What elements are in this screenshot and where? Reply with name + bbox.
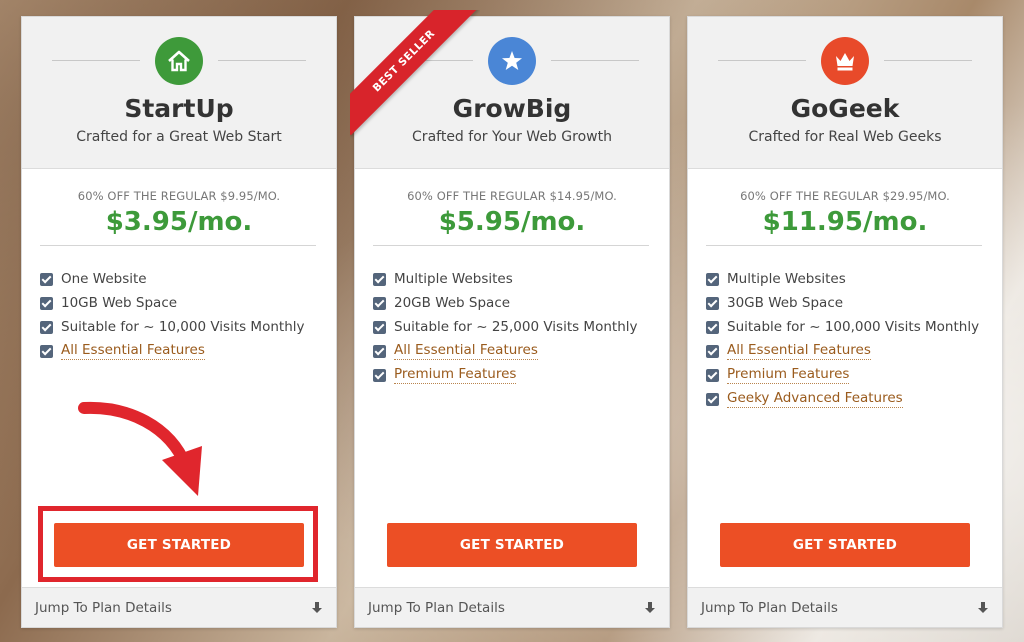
feature-list: Multiple Websites 20GB Web Space Suitabl… — [373, 267, 638, 387]
feature-item: Multiple Websites — [373, 267, 638, 291]
checkbox-icon — [373, 320, 386, 334]
feature-text: Multiple Websites — [727, 271, 846, 287]
checkbox-icon — [373, 272, 386, 286]
feature-item: Suitable for ~ 100,000 Visits Monthly — [706, 315, 979, 339]
divider — [706, 245, 982, 246]
jump-to-plan-details[interactable]: Jump To Plan Details — [22, 587, 336, 627]
plan-subtitle: Crafted for Your Web Growth — [412, 129, 612, 145]
feature-list: One Website 10GB Web Space Suitable for … — [40, 267, 305, 363]
plan-card-growbig: GrowBig Crafted for Your Web Growth 60% … — [354, 16, 670, 628]
home-icon — [155, 37, 203, 85]
feature-item: Geeky Advanced Features — [706, 387, 979, 411]
feature-link[interactable]: All Essential Features — [727, 342, 871, 360]
checkbox-icon — [706, 344, 719, 358]
divider — [52, 60, 140, 61]
regular-price-note: 60% OFF THE REGULAR $14.95/MO. — [407, 189, 617, 203]
divider — [385, 60, 473, 61]
feature-item: 30GB Web Space — [706, 291, 979, 315]
checkbox-icon — [373, 296, 386, 310]
checkbox-icon — [373, 344, 386, 358]
jump-to-plan-details-label: Jump To Plan Details — [35, 599, 172, 616]
checkbox-icon — [706, 272, 719, 286]
feature-item: One Website — [40, 267, 305, 291]
checkbox-icon — [706, 368, 719, 382]
plan-card-gogeek: GoGeek Crafted for Real Web Geeks 60% OF… — [687, 16, 1003, 628]
divider — [373, 245, 649, 246]
feature-text: Suitable for ~ 100,000 Visits Monthly — [727, 319, 980, 335]
plan-name: GrowBig — [452, 94, 572, 123]
feature-item: 10GB Web Space — [40, 291, 305, 315]
checkbox-icon — [373, 368, 386, 382]
feature-text: Suitable for ~ 10,000 Visits Monthly — [61, 319, 305, 335]
arrow-down-icon — [978, 601, 988, 614]
feature-item: All Essential Features — [373, 339, 638, 363]
checkbox-icon — [706, 320, 719, 334]
plan-subtitle: Crafted for Real Web Geeks — [748, 129, 942, 145]
plan-card-startup: StartUp Crafted for a Great Web Start 60… — [21, 16, 337, 628]
regular-price-note: 60% OFF THE REGULAR $9.95/MO. — [77, 189, 281, 203]
plan-header: GrowBig Crafted for Your Web Growth — [355, 17, 669, 169]
plan-price: $3.95/mo. — [105, 207, 253, 237]
feature-item: Multiple Websites — [706, 267, 979, 291]
checkbox-icon — [40, 296, 53, 310]
feature-item: All Essential Features — [706, 339, 979, 363]
arrow-down-icon — [645, 601, 655, 614]
jump-to-plan-details-label: Jump To Plan Details — [701, 599, 838, 616]
feature-item: Premium Features — [373, 363, 638, 387]
checkbox-icon — [40, 272, 53, 286]
plan-subtitle: Crafted for a Great Web Start — [76, 129, 282, 145]
divider — [884, 60, 972, 61]
plan-price: $5.95/mo. — [438, 207, 586, 237]
feature-link[interactable]: Premium Features — [394, 366, 517, 384]
plan-price: $11.95/mo. — [762, 207, 928, 237]
divider — [40, 245, 316, 246]
feature-text: Suitable for ~ 25,000 Visits Monthly — [394, 319, 638, 335]
regular-price-note: 60% OFF THE REGULAR $29.95/MO. — [740, 189, 950, 203]
feature-item: Suitable for ~ 10,000 Visits Monthly — [40, 315, 305, 339]
jump-to-plan-details[interactable]: Jump To Plan Details — [355, 587, 669, 627]
feature-link[interactable]: All Essential Features — [394, 342, 538, 360]
plan-header: GoGeek Crafted for Real Web Geeks — [688, 17, 1002, 169]
feature-text: Multiple Websites — [394, 271, 513, 287]
feature-text: 30GB Web Space — [727, 295, 844, 311]
jump-to-plan-details-label: Jump To Plan Details — [368, 599, 505, 616]
feature-list: Multiple Websites 30GB Web Space Suitabl… — [706, 267, 979, 411]
plan-name: GoGeek — [790, 94, 900, 123]
feature-text: 20GB Web Space — [394, 295, 511, 311]
feature-item: Suitable for ~ 25,000 Visits Monthly — [373, 315, 638, 339]
plan-header: StartUp Crafted for a Great Web Start — [22, 17, 336, 169]
checkbox-icon — [40, 344, 53, 358]
feature-text: 10GB Web Space — [61, 295, 178, 311]
feature-link[interactable]: Premium Features — [727, 366, 850, 384]
feature-item: Premium Features — [706, 363, 979, 387]
divider — [718, 60, 806, 61]
divider — [551, 60, 639, 61]
divider — [218, 60, 306, 61]
star-icon — [488, 37, 536, 85]
feature-text: One Website — [61, 271, 147, 287]
feature-item: All Essential Features — [40, 339, 305, 363]
feature-link[interactable]: All Essential Features — [61, 342, 205, 360]
checkbox-icon — [706, 392, 719, 406]
checkbox-icon — [40, 320, 53, 334]
jump-to-plan-details[interactable]: Jump To Plan Details — [688, 587, 1002, 627]
feature-item: 20GB Web Space — [373, 291, 638, 315]
get-started-button[interactable]: GET STARTED — [387, 523, 637, 567]
get-started-button[interactable]: GET STARTED — [54, 523, 304, 567]
crown-icon — [821, 37, 869, 85]
feature-link[interactable]: Geeky Advanced Features — [727, 390, 903, 408]
plan-name: StartUp — [124, 94, 234, 123]
pricing-plans: StartUp Crafted for a Great Web Start 60… — [0, 0, 1024, 642]
arrow-down-icon — [312, 601, 322, 614]
get-started-button[interactable]: GET STARTED — [720, 523, 970, 567]
checkbox-icon — [706, 296, 719, 310]
